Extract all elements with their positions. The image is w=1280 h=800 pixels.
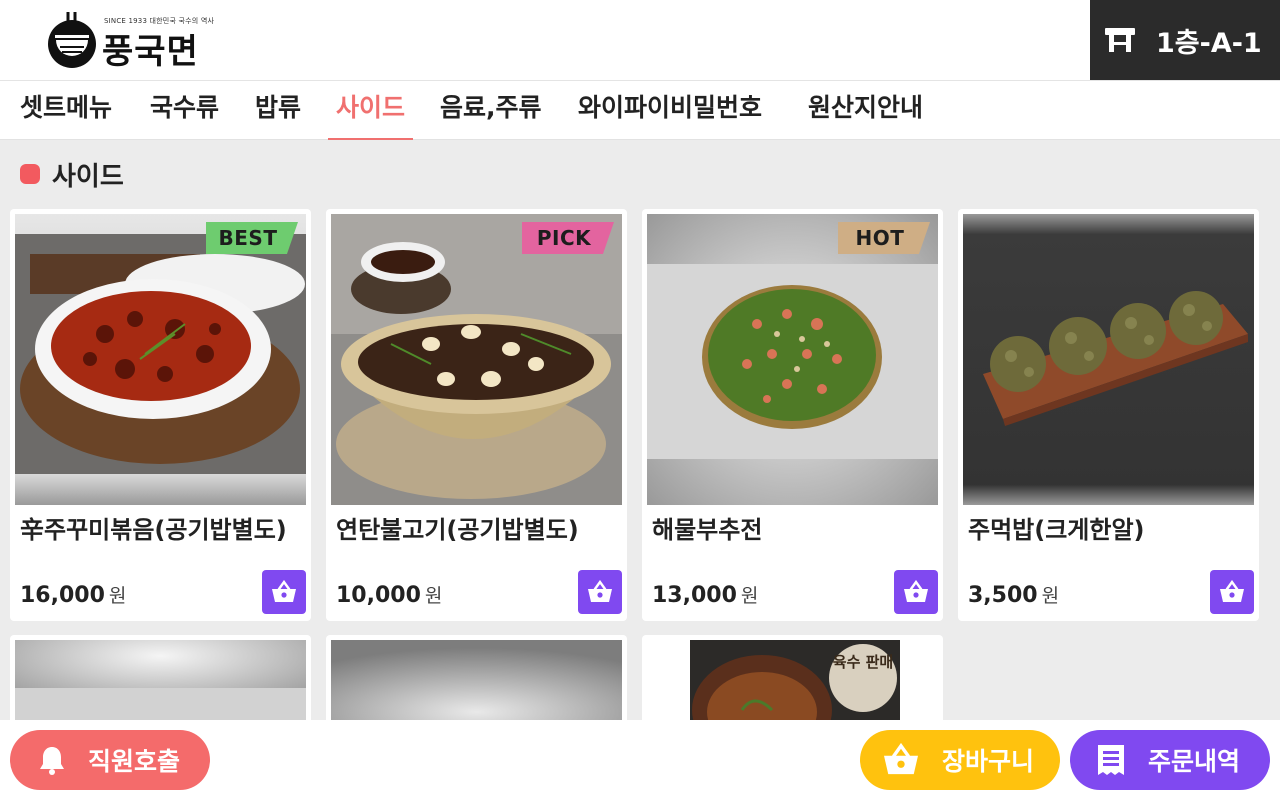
add-to-cart-button[interactable] <box>262 570 306 614</box>
add-to-cart-button[interactable] <box>894 570 938 614</box>
section-header: 사이드 <box>20 156 124 192</box>
price-currency: 원 <box>740 585 759 607</box>
basket-icon <box>272 580 296 602</box>
menu-price: 10,000 원 <box>336 581 442 608</box>
menu-card[interactable] <box>326 635 627 720</box>
menu-name: 주먹밥(크게한알) <box>968 516 1145 544</box>
price-value: 3,500 <box>968 583 1038 608</box>
bowl-logo-icon <box>48 12 96 68</box>
spicy-octopus-photo <box>15 214 306 505</box>
menu-photo[interactable]: BEST <box>15 214 306 505</box>
section-title: 사이드 <box>52 161 124 192</box>
menu-photo[interactable] <box>15 640 306 720</box>
badge-pick: PICK <box>522 222 614 254</box>
brand-logo: SINCE 1933 대한민국 국수의 역사 풍국면 <box>46 10 226 72</box>
tab-drinks[interactable]: 음료,주류 <box>440 81 542 140</box>
menu-photo[interactable]: PICK <box>331 214 622 505</box>
tab-rice[interactable]: 밥류 <box>255 81 301 140</box>
order-history-button[interactable]: 주문내역 <box>1070 730 1270 790</box>
section-dot-icon <box>20 164 40 184</box>
header: SINCE 1933 대한민국 국수의 역사 풍국면 1층-A-1 <box>0 0 1280 80</box>
menu-card[interactable]: BEST 辛주꾸미볶음(공기밥별도) 16,000 원 <box>10 209 311 621</box>
menu-price: 3,500 원 <box>968 581 1059 608</box>
table-label: 1층-A-1 <box>1156 27 1262 59</box>
tab-wifi-password[interactable]: 와이파이비밀번호 <box>578 81 762 140</box>
menu-photo[interactable]: HOT <box>647 214 938 505</box>
receipt-icon <box>1098 745 1124 775</box>
table-number: 1층-A-1 <box>1090 0 1280 80</box>
menu-name: 辛주꾸미볶음(공기밥별도) <box>20 516 287 544</box>
tab-noodles[interactable]: 국수류 <box>150 81 219 140</box>
basket-button[interactable]: 장바구니 <box>860 730 1060 790</box>
order-history-label: 주문내역 <box>1148 747 1241 776</box>
tab-origin-info[interactable]: 원산지안내 <box>808 81 923 140</box>
menu-card[interactable]: 주먹밥(크게한알) 3,500 원 <box>958 209 1259 621</box>
price-value: 16,000 <box>20 583 105 608</box>
price-currency: 원 <box>108 585 127 607</box>
menu-name: 해물부추전 <box>652 516 763 544</box>
seafood-chive-pancake-photo <box>647 214 938 505</box>
menu-photo-partial <box>15 640 306 720</box>
menu-price: 13,000 원 <box>652 581 758 608</box>
menu-photo[interactable] <box>963 214 1254 505</box>
tab-set-menu[interactable]: 셋트메뉴 <box>20 81 112 140</box>
price-currency: 원 <box>1041 585 1060 607</box>
badge-best: BEST <box>206 222 298 254</box>
menu-card[interactable]: 육수 판매 <box>642 635 943 720</box>
basket-icon <box>884 743 918 775</box>
menu-card[interactable]: HOT 해물부추전 13,000 원 <box>642 209 943 621</box>
staff-call-button[interactable]: 직원호출 <box>10 730 210 790</box>
table-icon <box>1105 28 1135 52</box>
basket-icon <box>904 580 928 602</box>
add-to-cart-button[interactable] <box>1210 570 1254 614</box>
tab-side[interactable]: 사이드 <box>327 81 414 140</box>
price-value: 10,000 <box>336 583 421 608</box>
broth-photo-partial <box>647 640 938 720</box>
logo-name: 풍국면 <box>102 32 199 72</box>
add-to-cart-button[interactable] <box>578 570 622 614</box>
menu-photo[interactable]: 육수 판매 <box>647 640 938 720</box>
price-currency: 원 <box>424 585 443 607</box>
price-value: 13,000 <box>652 583 737 608</box>
badge-hot: HOT <box>838 222 930 254</box>
basket-label: 장바구니 <box>942 747 1035 776</box>
menu-price: 16,000 원 <box>20 581 126 608</box>
bottom-bar: 직원호출 장바구니 주문내역 <box>0 720 1280 800</box>
menu-card[interactable] <box>10 635 311 720</box>
basket-icon <box>1220 580 1244 602</box>
menu-photo-partial <box>331 640 622 720</box>
basket-icon <box>588 580 612 602</box>
category-tabs: 셋트메뉴 국수류 밥류 사이드 음료,주류 와이파이비밀번호 원산지안내 <box>0 80 1280 140</box>
briquette-bulgogi-photo <box>331 214 622 505</box>
staff-call-label: 직원호출 <box>88 747 181 776</box>
broth-sign: 육수 판매 <box>832 653 894 671</box>
bell-icon <box>40 747 64 775</box>
menu-name: 연탄불고기(공기밥별도) <box>336 516 579 544</box>
menu-photo[interactable] <box>331 640 622 720</box>
menu-card[interactable]: PICK 연탄불고기(공기밥별도) 10,000 원 <box>326 209 627 621</box>
rice-ball-photo <box>963 214 1254 505</box>
